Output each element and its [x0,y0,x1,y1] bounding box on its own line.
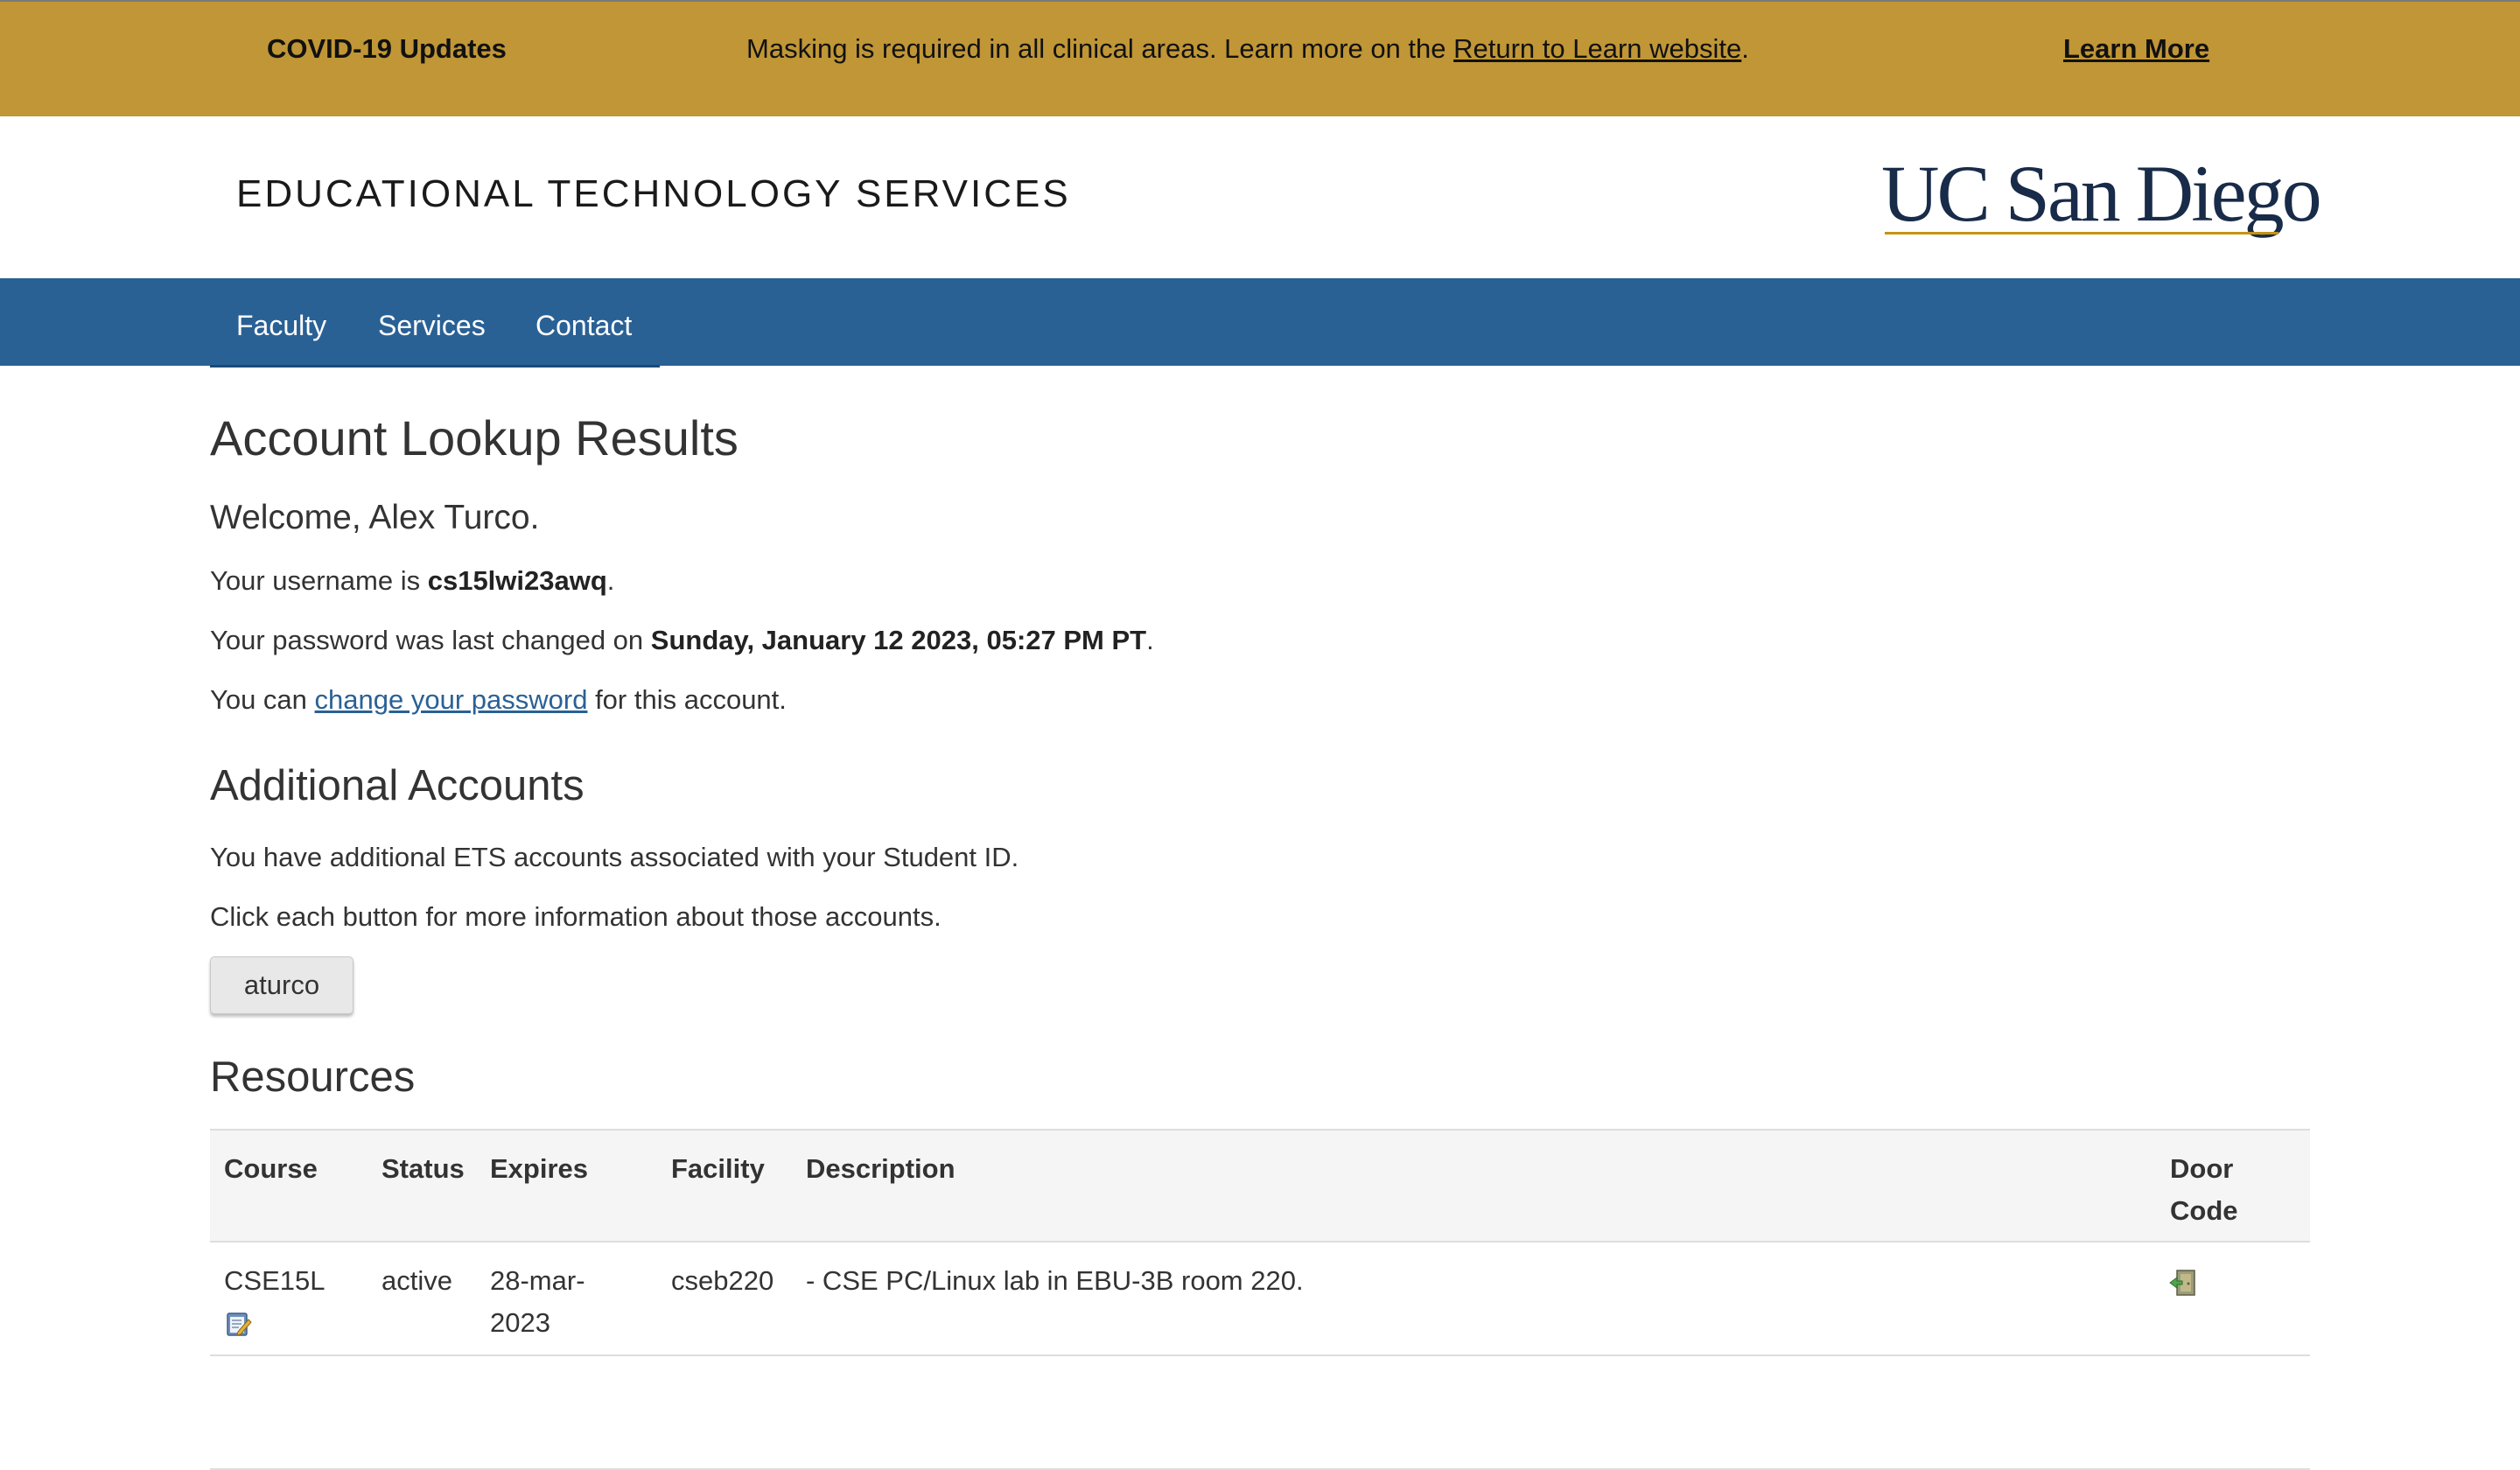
resources-title: Resources [210,1054,416,1101]
column-header-door-code: Door Code [2170,1148,2238,1232]
cell-facility: cseb220 [671,1265,774,1296]
welcome-message: Welcome, Alex Turco. [210,499,540,536]
password-changed-date: Sunday, January 12 2023, 05:27 PM PT [650,625,1147,655]
logo-wordmark: UC San Diego [1881,149,2322,238]
banner-title: COVID-19 Updates [267,33,507,64]
nav-item-services[interactable]: Services [378,310,486,342]
change-prefix: You can [210,684,315,715]
door-code-line1: Door [2170,1153,2234,1184]
username-line: Your username is cs15lwi23awq. [210,565,614,597]
ucsd-logo[interactable]: UC San Diego [1881,149,2322,241]
banner-message: Masking is required in all clinical area… [746,33,1749,65]
covid-banner: COVID-19 Updates Masking is required in … [0,0,2520,116]
password-prefix: Your password was last changed on [210,625,651,655]
expires-line1: 28-mar- [490,1265,585,1296]
nav-item-contact[interactable]: Contact [536,310,632,342]
column-header-status: Status [382,1153,465,1184]
column-header-course: Course [224,1153,318,1184]
main-nav: Faculty Services Contact [0,278,2520,368]
cell-expires: 28-mar- 2023 [490,1260,585,1344]
nav-item-faculty[interactable]: Faculty [236,310,326,342]
table-row-next [210,1356,2310,1470]
additional-accounts-title: Additional Accounts [210,762,584,809]
door-icon[interactable] [2168,1269,2198,1297]
column-header-facility: Facility [671,1153,765,1184]
username-value: cs15lwi23awq [427,565,607,596]
column-header-expires: Expires [490,1153,589,1184]
banner-message-text: Masking is required in all clinical area… [746,33,1454,64]
username-prefix: Your username is [210,565,428,596]
change-suffix: for this account. [587,684,787,715]
nav-menu: Faculty Services Contact [210,278,660,368]
cell-description: - CSE PC/Linux lab in EBU-3B room 220. [806,1265,1304,1296]
site-header: EDUCATIONAL TECHNOLOGY SERVICES UC San D… [0,116,2520,278]
return-to-learn-link[interactable]: Return to Learn website [1453,33,1741,64]
table-header: Course Status Expires Facility Descripti… [210,1129,2310,1242]
learn-more-link[interactable]: Learn More [2063,33,2209,65]
logo-underline [1885,232,2278,234]
additional-accounts-line1: You have additional ETS accounts associa… [210,842,1019,872]
banner-message-end: . [1741,33,1749,64]
table-row: CSE15L active 28-mar- 2023 cseb220 - CSE … [210,1242,2310,1356]
cell-course: CSE15L [224,1265,326,1296]
account-button-aturco[interactable]: aturco [210,956,354,1014]
change-password-link[interactable]: change your password [315,684,588,715]
password-changed-line: Your password was last changed on Sunday… [210,625,1154,656]
site-title[interactable]: EDUCATIONAL TECHNOLOGY SERVICES [236,172,1071,216]
edit-note-icon[interactable] [226,1311,252,1337]
column-header-description: Description [806,1153,956,1184]
username-suffix: . [606,565,615,596]
password-suffix: . [1146,625,1154,655]
additional-accounts-line2: Click each button for more information a… [210,901,942,932]
page-title: Account Lookup Results [210,410,738,466]
expires-line2: 2023 [490,1307,550,1338]
cell-status: active [382,1265,452,1296]
change-password-line: You can change your password for this ac… [210,684,787,716]
door-code-line2: Code [2170,1195,2238,1226]
